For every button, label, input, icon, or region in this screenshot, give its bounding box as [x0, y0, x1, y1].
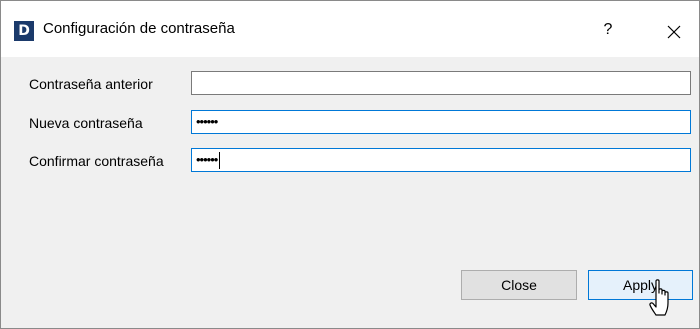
- app-logo-icon: D: [14, 21, 34, 41]
- form-row-new-password: Nueva contraseña ••••••: [1, 108, 699, 138]
- new-password-label: Nueva contraseña: [29, 115, 143, 131]
- hand-pointer-icon: [649, 279, 669, 316]
- confirm-password-value-wrap: ••••••: [196, 151, 221, 170]
- close-window-button[interactable]: [659, 17, 689, 47]
- password-settings-dialog: D Configuración de contraseña ? Contrase…: [0, 0, 700, 329]
- confirm-password-label: Confirmar contraseña: [29, 153, 164, 169]
- help-button[interactable]: ?: [591, 15, 625, 45]
- new-password-value: ••••••: [196, 114, 218, 129]
- apply-button[interactable]: Apply: [588, 270, 693, 300]
- old-password-label: Contraseña anterior: [29, 76, 153, 92]
- confirm-password-value: ••••••: [196, 152, 218, 167]
- form-row-confirm-password: Confirmar contraseña ••••••: [1, 146, 699, 176]
- close-button[interactable]: Close: [461, 270, 577, 300]
- new-password-input[interactable]: ••••••: [191, 110, 691, 134]
- old-password-input[interactable]: [191, 71, 691, 95]
- close-icon: [667, 25, 681, 39]
- window-title: Configuración de contraseña: [43, 20, 235, 37]
- confirm-password-input[interactable]: ••••••: [191, 148, 691, 172]
- title-bar: D Configuración de contraseña ?: [1, 1, 699, 57]
- form-row-old-password: Contraseña anterior: [1, 69, 699, 99]
- text-caret: [219, 152, 221, 170]
